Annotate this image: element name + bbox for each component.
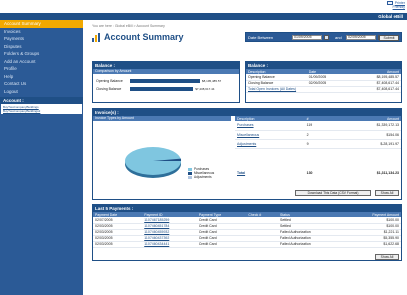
sidebar-item-add-an-account[interactable]: Add an Account <box>0 58 83 66</box>
account-heading: Account : <box>0 97 83 104</box>
legend-swatch <box>188 175 192 179</box>
count-cell: 119 <box>304 121 331 131</box>
date-from-input[interactable]: 01/09/2005 <box>292 35 322 40</box>
invoice-chart-label: Invoice Types by Amount <box>93 116 231 121</box>
sidebar-item-payments[interactable]: Payments <box>0 35 83 43</box>
account-list: BuyTwoCompanyBuildings BuyTwoCompanyBuil… <box>1 104 82 114</box>
balance-chart-panel: Balance : Comparison by Amount Opening B… <box>92 61 240 103</box>
balance-bar-row: Closing Balance $7,408,617.44 <box>96 86 226 92</box>
table-row: Miscellaneous 2 $154.06 <box>235 130 401 140</box>
main-content: You are here : Global eBill > Account Su… <box>88 20 404 295</box>
payments-table: Payment Date Payment ID Payment Type Che… <box>93 212 401 248</box>
count-cell: 9 <box>304 139 331 149</box>
legend-swatch <box>188 167 192 171</box>
account-link[interactable]: BuyTwoCompanyBuildings2 <box>3 109 80 113</box>
count-cell: 2 <box>304 130 331 140</box>
invoice-type-link[interactable]: Purchases <box>237 123 254 127</box>
bar-label: Opening Balance <box>96 79 123 83</box>
balance-bar-row: Opening Balance $8,195,485.57 <box>96 78 226 84</box>
payment-id-link[interactable]: 1107467185259 <box>144 218 169 222</box>
sidebar-item-contact-us[interactable]: Contact Us <box>0 80 83 88</box>
title-row: Account Summary Date Between 01/09/2005 … <box>92 32 402 44</box>
amount-cell: $154.06 <box>330 130 401 140</box>
chart-icon <box>92 33 101 42</box>
count-cell: 130 <box>306 171 313 175</box>
payment-id-link[interactable]: 1107460455932 <box>144 230 169 234</box>
sidebar: Account Summary Invoices Payments Disputes F… <box>0 20 83 295</box>
printer-friendly-link[interactable]: Printer Friendly <box>393 1 405 9</box>
payments-panel: Last 5 Payments : Payment Date Payment I… <box>92 204 402 261</box>
top-bar: Printer Friendly <box>0 0 407 13</box>
date-range-filter: Date Between 01/09/2005 and 02/09/2005 S… <box>245 32 402 42</box>
invoice-type-link[interactable]: Miscellaneous <box>237 133 259 137</box>
table-row: Purchases 119 $1,339,172.13 <box>235 121 401 131</box>
amount-cell: $7,408,617.44 <box>349 86 401 93</box>
bar-value-label: $7,408,617.44 <box>195 87 215 91</box>
calendar-icon[interactable] <box>324 35 329 40</box>
amount-cell: $1,311,134.23 <box>376 171 399 175</box>
invoice-pie-chart <box>125 147 182 178</box>
sidebar-item-help[interactable]: Help <box>0 73 83 81</box>
page-title: Account Summary <box>104 32 184 42</box>
show-all-invoices-button[interactable]: Show All <box>375 190 399 196</box>
balance-bar <box>130 79 200 83</box>
date-and-label: and <box>335 35 342 40</box>
table-row: Total Open Invoices (All Dates) $7,408,6… <box>246 86 401 93</box>
balance-table: Description Date Amount Opening Balance … <box>246 69 401 93</box>
legend-item: Adjustments <box>188 175 214 179</box>
legend-swatch <box>188 171 192 175</box>
pie-legend: Purchases Miscellaneous Adjustments <box>188 167 214 179</box>
brand-label: Global eBill <box>378 14 403 19</box>
date-range-label: Date Between <box>248 35 274 40</box>
payments-heading: Last 5 Payments : <box>93 205 401 212</box>
total-row: Total 130 $1,311,134.23 <box>235 170 401 176</box>
payment-id-link[interactable]: 1107460437392 <box>144 236 169 240</box>
payment-id-link[interactable]: 1107460434441 <box>144 242 169 246</box>
balance-bar <box>130 87 194 91</box>
sidebar-item-account-summary[interactable]: Account Summary <box>0 20 83 28</box>
submit-button[interactable]: Submit <box>379 34 399 41</box>
sidebar-item-disputes[interactable]: Disputes <box>0 43 83 51</box>
amount-cell: $-28,191.97 <box>330 139 401 149</box>
invoices-panel: Invoice(s) : Invoice Types by Amount Pur… <box>92 108 402 200</box>
balance-table-heading: Balance : <box>246 62 401 69</box>
invoice-table: Description # Amount Purchases 119 $1,33… <box>235 116 401 176</box>
sidebar-item-invoices[interactable]: Invoices <box>0 28 83 36</box>
status-cell: Failed Authorization <box>277 241 344 248</box>
date-cell: 02/03/2005 <box>93 241 143 248</box>
bar-label: Closing Balance <box>96 87 122 91</box>
table-row: 02/03/2005 1107460434441 Credit Card Fai… <box>93 241 401 248</box>
balance-table-panel: Balance : Description Date Amount Openin… <box>245 61 402 103</box>
check-cell <box>246 241 278 248</box>
sidebar-nav: Account Summary Invoices Payments Disputes F… <box>0 20 83 95</box>
table-row: Adjustments 9 $-28,191.97 <box>235 139 401 149</box>
balance-chart-heading: Balance : <box>93 62 239 69</box>
type-cell: Credit Card <box>196 241 247 248</box>
breadcrumb: You are here : Global eBill > Account Su… <box>92 24 165 28</box>
legend-label: Adjustments <box>194 175 212 179</box>
sidebar-item-logout[interactable]: Logout <box>0 88 83 96</box>
friendly-link[interactable]: Friendly <box>393 5 405 9</box>
balance-chart-subheading: Comparison by Amount <box>93 69 239 74</box>
sidebar-item-folders-groups[interactable]: Folders & Groups <box>0 50 83 58</box>
total-open-invoices-link[interactable]: Total Open Invoices (All Dates) <box>248 87 296 91</box>
bar-value-label: $8,195,485.57 <box>202 79 222 83</box>
invoice-type-link[interactable]: Adjustments <box>237 142 256 146</box>
amount-cell: $1,339,172.13 <box>330 121 401 131</box>
invoices-heading: Invoice(s) : <box>93 109 401 116</box>
date-to-input[interactable]: 02/09/2005 <box>346 35 376 40</box>
invoice-table-wrap: Description # Amount Purchases 119 $1,33… <box>235 116 401 176</box>
download-csv-button[interactable]: Download This Data (CSV Format) <box>295 190 371 196</box>
payment-id-link[interactable]: 1107460451784 <box>144 224 169 228</box>
total-link[interactable]: Total <box>237 171 245 175</box>
sidebar-item-profile[interactable]: Profile <box>0 65 83 73</box>
show-all-payments-button[interactable]: Show All <box>375 254 399 260</box>
amount-cell: $1,622.68 <box>343 241 401 248</box>
brand-bar: Global eBill <box>0 13 407 20</box>
